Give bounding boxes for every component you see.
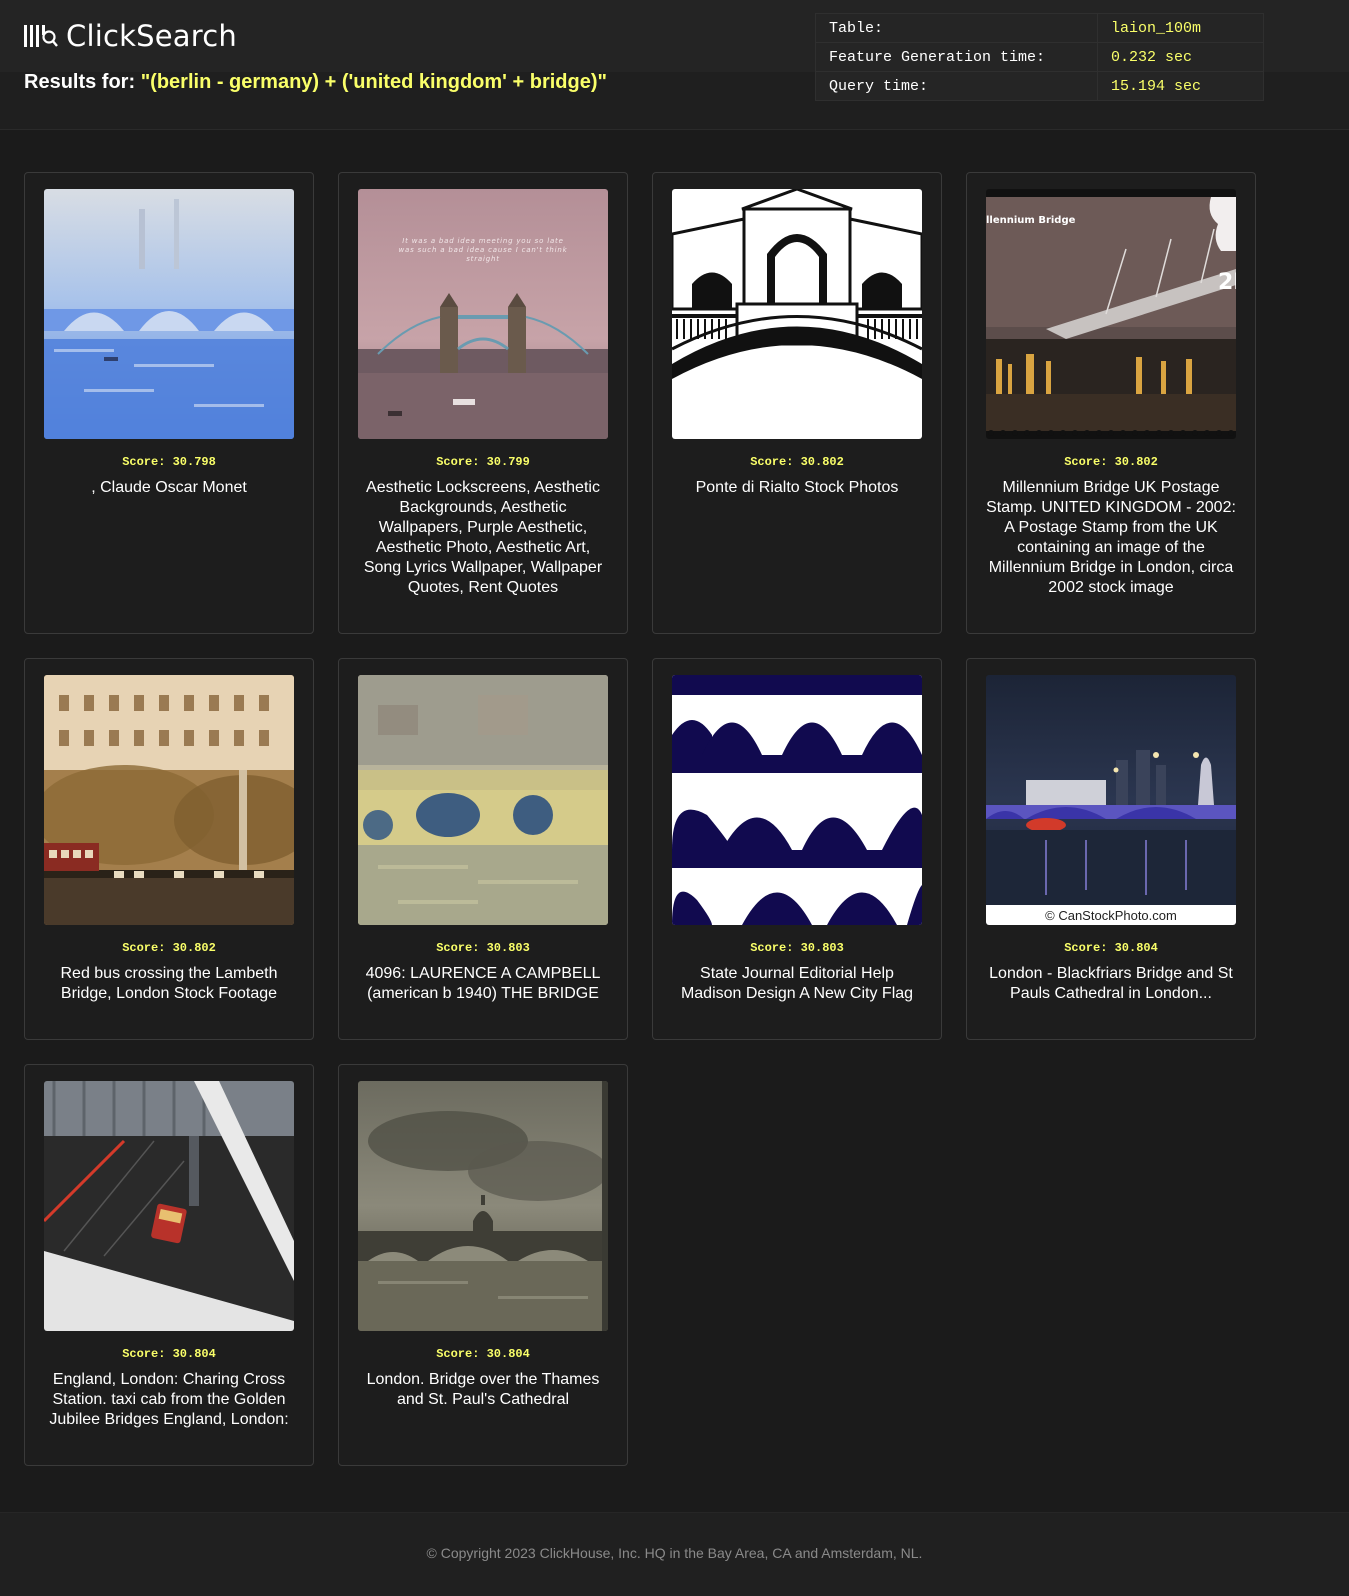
query-stats-table: Table: laion_100m Feature Generation tim… [815, 13, 1264, 101]
stats-row: Table: laion_100m [815, 13, 1264, 43]
result-image[interactable] [672, 189, 922, 439]
result-score: Score: 30.802 [122, 941, 216, 955]
logo[interactable]: ClickSearch [24, 18, 237, 54]
result-caption: London - Blackfriars Bridge and St Pauls… [989, 965, 1233, 1002]
result-score: Score: 30.798 [122, 455, 216, 469]
results-query: "(berlin - germany) + ('united kingdom' … [140, 71, 607, 93]
overlay-quote: It was a bad idea meeting you so late wa… [398, 237, 568, 263]
stats-value: laion_100m [1097, 13, 1264, 43]
stats-row: Feature Generation time: 0.232 sec [815, 42, 1264, 72]
result-score: Score: 30.803 [436, 941, 530, 955]
app-name: ClickSearch [66, 19, 237, 53]
result-card[interactable]: It was a bad idea meeting you so late wa… [338, 172, 628, 634]
result-caption: , Claude Oscar Monet [91, 479, 247, 496]
result-image[interactable]: 2N llennium Bridge [986, 189, 1236, 439]
result-image[interactable] [44, 1081, 294, 1331]
monet-bridge-painting-image [44, 189, 294, 439]
result-image[interactable] [672, 675, 922, 925]
clicksearch-logo-icon [24, 25, 58, 47]
result-caption: London. Bridge over the Thames and St. P… [366, 1371, 600, 1408]
result-card[interactable]: Score: 30.804 England, London: Charing C… [24, 1064, 314, 1466]
stats-key: Table: [815, 13, 1098, 43]
stats-value: 15.194 sec [1097, 71, 1264, 101]
result-score: Score: 30.802 [750, 455, 844, 469]
header: ClickSearch Results for: "(berlin - germ… [0, 0, 1349, 130]
result-caption: Ponte di Rialto Stock Photos [695, 479, 899, 496]
stats-row: Query time: 15.194 sec [815, 71, 1264, 101]
result-image[interactable] [358, 1081, 608, 1331]
result-image[interactable] [44, 675, 294, 925]
result-card[interactable]: Score: 30.803 4096: LAURENCE A CAMPBELL … [338, 658, 628, 1040]
copyright-text: © Copyright 2023 ClickHouse, Inc. HQ in … [426, 1545, 923, 1561]
stamp-value: 2N [1218, 270, 1236, 295]
stamp-label: llennium Bridge [986, 215, 1076, 226]
result-caption: England, London: Charing Cross Station. … [49, 1371, 289, 1428]
stats-value: 0.232 sec [1097, 42, 1264, 72]
result-card[interactable]: Score: 30.803 State Journal Editorial He… [652, 658, 942, 1040]
result-card[interactable]: Score: 30.804 London. Bridge over the Th… [338, 1064, 628, 1466]
result-score: Score: 30.804 [436, 1347, 530, 1361]
results-label: Results for: [24, 71, 136, 93]
results-grid: Score: 30.798 , Claude Oscar Monet It wa [24, 172, 1284, 1466]
result-caption: Red bus crossing the Lambeth Bridge, Lon… [60, 965, 278, 1002]
result-score: Score: 30.803 [750, 941, 844, 955]
result-score: Score: 30.802 [1064, 455, 1158, 469]
result-image[interactable] [44, 189, 294, 439]
result-card[interactable]: 2N llennium Bridge Score: 30.802 Millenn… [966, 172, 1256, 634]
result-caption: Aesthetic Lockscreens, Aesthetic Backgro… [363, 479, 603, 596]
rialto-bridge-drawing-image [672, 189, 922, 439]
arches-flag-pattern-image [672, 675, 922, 925]
result-card[interactable]: Score: 30.802 Red bus crossing the Lambe… [24, 658, 314, 1040]
tower-bridge-pink-sky-image: It was a bad idea meeting you so late wa… [358, 189, 608, 439]
result-card[interactable]: © CanStockPhoto.com Score: 30.804 London… [966, 658, 1256, 1040]
result-caption: State Journal Editorial Help Madison Des… [680, 965, 914, 1002]
footer: © Copyright 2023 ClickHouse, Inc. HQ in … [0, 1512, 1349, 1596]
watermark-text: © CanStockPhoto.com [1045, 908, 1177, 923]
result-image[interactable]: It was a bad idea meeting you so late wa… [358, 189, 608, 439]
result-score: Score: 30.804 [122, 1347, 216, 1361]
result-caption: 4096: LAURENCE A CAMPBELL (american b 19… [365, 965, 601, 1002]
result-score: Score: 30.799 [436, 455, 530, 469]
millennium-bridge-stamp-image: 2N llennium Bridge [986, 189, 1236, 439]
lambeth-bridge-sepia-image [44, 675, 294, 925]
stats-key: Query time: [815, 71, 1098, 101]
thames-bridge-st-pauls-image [358, 1081, 608, 1331]
results-heading: Results for: "(berlin - germany) + ('uni… [24, 71, 607, 94]
result-card[interactable]: Score: 30.802 Ponte di Rialto Stock Phot… [652, 172, 942, 634]
result-card[interactable]: Score: 30.798 , Claude Oscar Monet [24, 172, 314, 634]
result-caption: Millennium Bridge UK Postage Stamp. UNIT… [986, 479, 1236, 596]
charing-cross-taxi-image [44, 1081, 294, 1331]
result-image[interactable]: © CanStockPhoto.com [986, 675, 1236, 925]
result-image[interactable] [358, 675, 608, 925]
page: ClickSearch Results for: "(berlin - germ… [0, 0, 1349, 1596]
result-score: Score: 30.804 [1064, 941, 1158, 955]
campbell-bridge-painting-image [358, 675, 608, 925]
stats-key: Feature Generation time: [815, 42, 1098, 72]
blackfriars-bridge-night-image: © CanStockPhoto.com [986, 675, 1236, 925]
